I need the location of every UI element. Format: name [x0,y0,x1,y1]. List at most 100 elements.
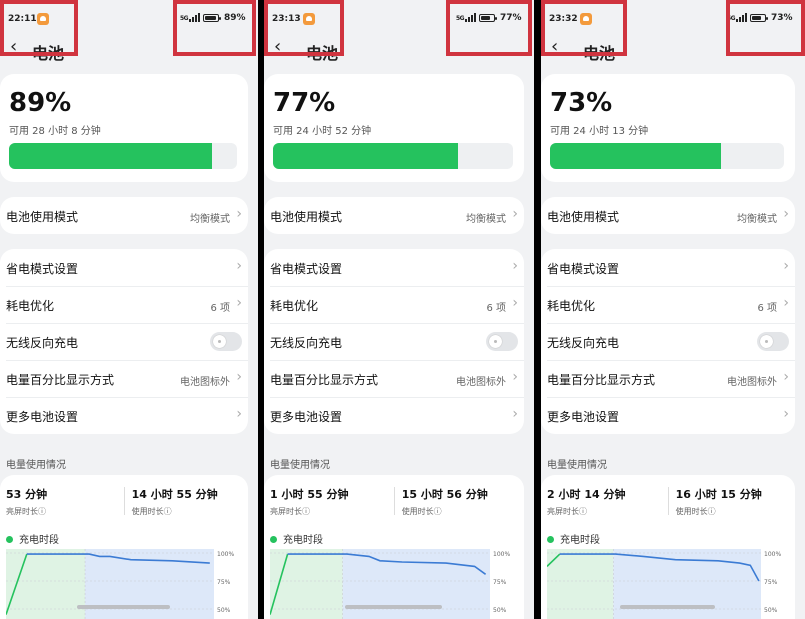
charging-period-band [547,549,614,619]
battery-mode-value: 均衡模式 [466,214,506,225]
chevron-right-icon: › [512,295,518,311]
reverse-wireless-charging-row[interactable]: 无线反向充电 [547,323,789,360]
usage-divider [123,487,125,515]
battery-mode-card[interactable]: 电池使用模式 均衡模式 › [264,197,524,234]
battery-mode-label: 电池使用模式 [270,210,343,224]
screen-on-time-label[interactable]: 亮屏时长ⓘ [6,506,46,517]
usage-time-label[interactable]: 使用时长ⓘ [676,506,716,517]
more-battery-settings-label: 更多电池设置 [270,410,343,424]
percent-display-mode-label: 电量百分比显示方式 [547,373,656,387]
battery-mode-row[interactable]: 电池使用模式 均衡模式 › [6,197,242,234]
percent-display-mode-row[interactable]: 电量百分比显示方式 电池图标外 › [6,360,242,397]
usage-card: 53 分钟 亮屏时长ⓘ 14 小时 55 分钟 使用时长ⓘ 充电时段 100% 75% 50% [0,475,248,619]
power-saving-settings-row[interactable]: 省电模式设置 › [270,249,518,286]
more-battery-settings-row[interactable]: 更多电池设置 › [270,397,518,434]
y-tick-label: 100% [217,551,234,558]
usage-card: 1 小时 55 分钟 亮屏时长ⓘ 15 小时 56 分钟 使用时长ⓘ 充电时段 100% 7… [264,475,524,619]
home-indicator[interactable] [345,605,443,609]
usage-time-label[interactable]: 使用时长ⓘ [402,506,442,517]
battery-level-bar [9,143,237,169]
home-indicator[interactable] [620,605,716,609]
chevron-right-icon: › [236,206,242,222]
chevron-right-icon: › [783,295,789,311]
reverse-wireless-charging-row[interactable]: 无线反向充电 [270,323,518,360]
remaining-time: 可用 28 小时 8 分钟 [9,126,101,137]
battery-summary-card: 89% 可用 28 小时 8 分钟 [0,74,248,182]
battery-level-fill [273,143,458,169]
y-tick-label: 75% [764,579,778,586]
battery-percent: 73% [550,88,613,118]
remaining-time: 可用 24 小时 52 分钟 [273,126,372,137]
more-battery-settings-row[interactable]: 更多电池设置 › [6,397,242,434]
battery-mode-card[interactable]: 电池使用模式 均衡模式 › [0,197,248,234]
battery-level-fill [9,143,212,169]
charging-period-band [270,549,343,619]
power-saving-settings-label: 省电模式设置 [547,262,620,276]
home-indicator[interactable] [77,605,171,609]
charging-legend-dot [547,536,554,543]
reverse-charging-toggle[interactable] [486,332,518,351]
more-battery-settings-label: 更多电池设置 [6,410,79,424]
power-optimization-row[interactable]: 耗电优化 6 项 › [270,286,518,323]
reverse-charging-toggle[interactable] [757,332,789,351]
time-highlight-box [0,0,78,56]
screen-on-time-label[interactable]: 亮屏时长ⓘ [547,506,587,517]
battery-highlight-box [173,0,256,56]
y-tick-label: 50% [764,607,778,614]
power-optimization-row[interactable]: 耗电优化 6 项 › [6,286,242,323]
percent-display-mode-value: 电池图标外 [180,377,230,388]
power-saving-settings-row[interactable]: 省电模式设置 › [547,249,789,286]
power-saving-settings-row[interactable]: 省电模式设置 › [6,249,242,286]
percent-display-mode-row[interactable]: 电量百分比显示方式 电池图标外 › [270,360,518,397]
charging-legend-label: 充电时段 [560,535,600,546]
usage-time-label[interactable]: 使用时长ⓘ [132,506,172,517]
toggle-knob [760,335,773,348]
chevron-right-icon: › [236,369,242,385]
screen-on-time-label[interactable]: 亮屏时长ⓘ [270,506,310,517]
time-highlight-box [541,0,627,56]
reverse-wireless-charging-label: 无线反向充电 [547,336,620,350]
percent-display-mode-value: 电池图标外 [727,377,777,388]
battery-percent: 89% [9,88,72,118]
usage-divider [667,487,669,515]
charging-period-band [6,549,86,619]
battery-mode-row[interactable]: 电池使用模式 均衡模式 › [547,197,789,234]
more-battery-settings-row[interactable]: 更多电池设置 › [547,397,789,434]
battery-percent: 77% [273,88,336,118]
y-tick-label: 75% [493,579,507,586]
battery-level-fill [550,143,721,169]
battery-mode-row[interactable]: 电池使用模式 均衡模式 › [270,197,518,234]
charging-legend-dot [270,536,277,543]
phone-screen-2: 23:13 5G 77% ‹ 电池 77% 可用 24 小时 52 分钟 电池使用模式 均衡模式… [264,0,534,619]
power-optimization-label: 耗电优化 [6,299,55,313]
battery-mode-label: 电池使用模式 [6,210,79,224]
charging-legend-label: 充电时段 [19,535,59,546]
usage-time-value: 15 小时 56 分钟 [401,488,488,501]
battery-mode-card[interactable]: 电池使用模式 均衡模式 › [541,197,795,234]
screen-on-time-value: 53 分钟 [6,488,48,501]
usage-card: 2 小时 14 分钟 亮屏时长ⓘ 16 小时 15 分钟 使用时长ⓘ 充电时段 100% 7… [541,475,795,619]
reverse-charging-toggle[interactable] [210,332,242,351]
screen-on-time-value: 2 小时 14 分钟 [547,488,626,501]
battery-summary-card: 77% 可用 24 小时 52 分钟 [264,74,524,182]
battery-level-bar [550,143,784,169]
y-tick-label: 100% [764,551,781,558]
toggle-knob [213,335,226,348]
phone-screen-3: 23:32 5G 73% ‹ 电池 73% 可用 24 小时 13 分钟 电池使用模式 均衡模式… [541,0,805,619]
chevron-right-icon: › [783,258,789,274]
power-optimization-row[interactable]: 耗电优化 6 项 › [547,286,789,323]
percent-display-mode-label: 电量百分比显示方式 [270,373,379,387]
toggle-knob [489,335,502,348]
chart-legend: 充电时段 [547,531,600,546]
battery-summary-card: 73% 可用 24 小时 13 分钟 [541,74,795,182]
chevron-right-icon: › [512,206,518,222]
usage-section-title: 电量使用情况 [547,460,607,471]
chevron-right-icon: › [236,406,242,422]
battery-mode-value: 均衡模式 [190,214,230,225]
charging-legend-dot [6,536,13,543]
usage-time-value: 14 小时 55 分钟 [131,488,218,501]
chevron-right-icon: › [236,295,242,311]
reverse-wireless-charging-row[interactable]: 无线反向充电 [6,323,242,360]
battery-settings-list: 省电模式设置 › 耗电优化 6 项 › 无线反向充电 电量百分比显示方式 电池图标外 › 更多电池… [0,249,248,434]
percent-display-mode-row[interactable]: 电量百分比显示方式 电池图标外 › [547,360,789,397]
